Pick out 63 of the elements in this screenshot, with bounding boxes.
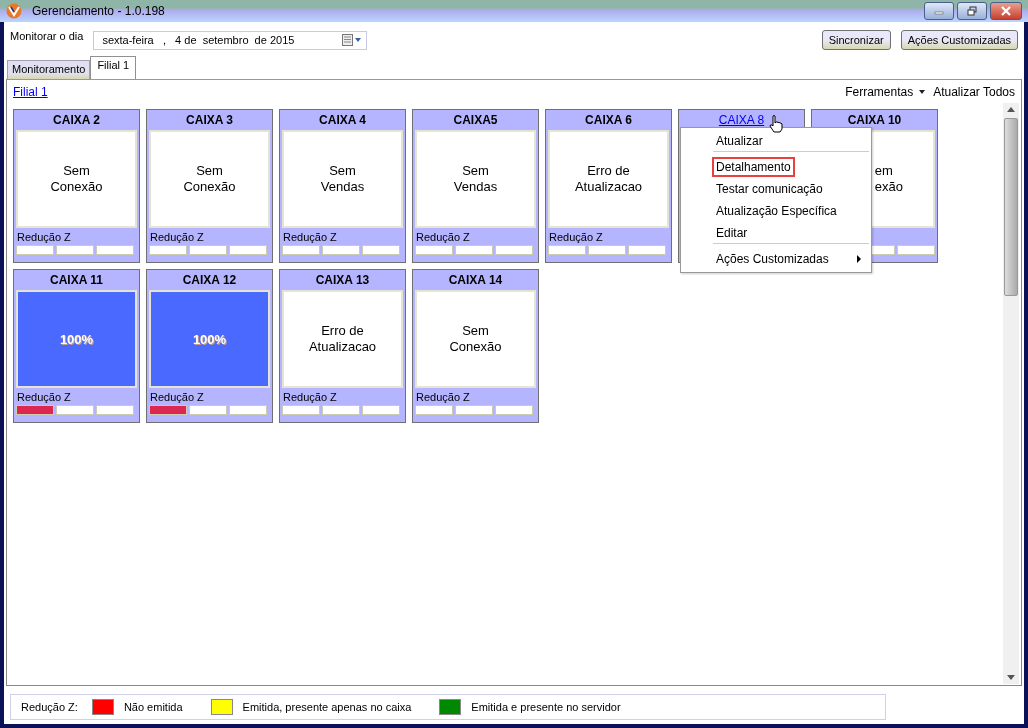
- status-text: Sem Conexão: [449, 323, 502, 355]
- scroll-thumb[interactable]: [1004, 118, 1018, 296]
- scrollbar[interactable]: [1003, 103, 1019, 684]
- register-title: CAIXA 13: [315, 272, 370, 289]
- status-text: Sem Vendas: [320, 163, 365, 195]
- register-title: CAIXA 6: [585, 112, 632, 129]
- date-picker[interactable]: sexta-feira , 4 de setembro de 2015: [93, 30, 368, 50]
- reduction-label: Redução Z: [16, 230, 72, 245]
- calendar-icon[interactable]: [342, 34, 363, 46]
- tools-menu[interactable]: Ferramentas: [845, 85, 914, 99]
- menu-item[interactable]: Editar: [713, 222, 869, 244]
- menu-item[interactable]: Detalhamento: [681, 156, 871, 178]
- menu-item[interactable]: Atualização Específica: [681, 200, 871, 222]
- tab[interactable]: Monitoramento: [7, 60, 91, 79]
- legend-title: Redução Z:: [21, 701, 78, 713]
- toolbar-button[interactable]: Ações Customizadas: [900, 30, 1018, 50]
- restore-button[interactable]: [957, 2, 987, 20]
- menu-item[interactable]: Atualizar: [713, 130, 869, 152]
- register-title: CAIXA 11: [50, 272, 103, 289]
- menu-item[interactable]: Ações Customizadas: [681, 248, 871, 270]
- reduction-label: Redução Z: [282, 390, 338, 405]
- register-title: CAIXA 12: [182, 272, 237, 289]
- reduction-label: Redução Z: [548, 230, 604, 245]
- register-title: CAIXA 4: [319, 112, 366, 129]
- register-title: CAIXA 14: [448, 272, 503, 289]
- register-title: CAIXA 10: [847, 112, 902, 129]
- legend-label: Emitida, presente apenas no caixa: [242, 701, 412, 713]
- close-icon[interactable]: [1001, 6, 1011, 16]
- reduction-label: Redução Z: [415, 230, 471, 245]
- status-text: Sem Vendas: [453, 163, 498, 195]
- status-text: Erro de Atualizacao: [308, 323, 377, 355]
- progress-text: 100%: [58, 332, 95, 347]
- app-logo-icon: [6, 3, 22, 19]
- legend-label: Não emitida: [123, 701, 183, 713]
- register-title: CAIXA5: [453, 112, 498, 129]
- status-text: Sem Conexão: [183, 163, 236, 195]
- window-title: Gerenciamento - 1.0.198: [32, 4, 165, 18]
- scroll-down-icon[interactable]: [1007, 675, 1015, 680]
- reduction-label: Redução Z: [149, 390, 205, 405]
- status-text: Sem Conexão: [50, 163, 103, 195]
- status-text: Erro de Atualizacao: [574, 163, 643, 195]
- menu-item[interactable]: Testar comunicação: [681, 178, 871, 200]
- toolbar-button[interactable]: Sincronizar: [821, 30, 891, 50]
- register-title[interactable]: CAIXA 8: [718, 110, 765, 130]
- progress-text: 100%: [191, 332, 228, 347]
- close-button[interactable]: [990, 2, 1022, 20]
- restore-icon[interactable]: [967, 6, 977, 16]
- scroll-up-icon[interactable]: [1007, 107, 1015, 112]
- refresh-all-button[interactable]: Atualizar Todos: [933, 85, 1015, 99]
- dropdown-icon[interactable]: [919, 90, 926, 94]
- register-title: CAIXA 2: [53, 112, 100, 129]
- reduction-label: Redução Z: [282, 230, 338, 245]
- branch-link[interactable]: Filial 1: [13, 85, 48, 99]
- register-title: CAIXA 3: [186, 112, 233, 129]
- reduction-label: Redução Z: [415, 390, 471, 405]
- reduction-label: Redução Z: [149, 230, 205, 245]
- date-label: Monitorar o dia: [10, 30, 84, 42]
- status-text: em exão: [874, 163, 903, 195]
- tab[interactable]: Filial 1: [90, 56, 137, 79]
- legend-label: Emitida e presente no servidor: [471, 701, 621, 713]
- submenu-arrow-icon: [857, 255, 861, 263]
- minimize-button[interactable]: [924, 2, 954, 20]
- reduction-label: Redução Z: [16, 390, 72, 405]
